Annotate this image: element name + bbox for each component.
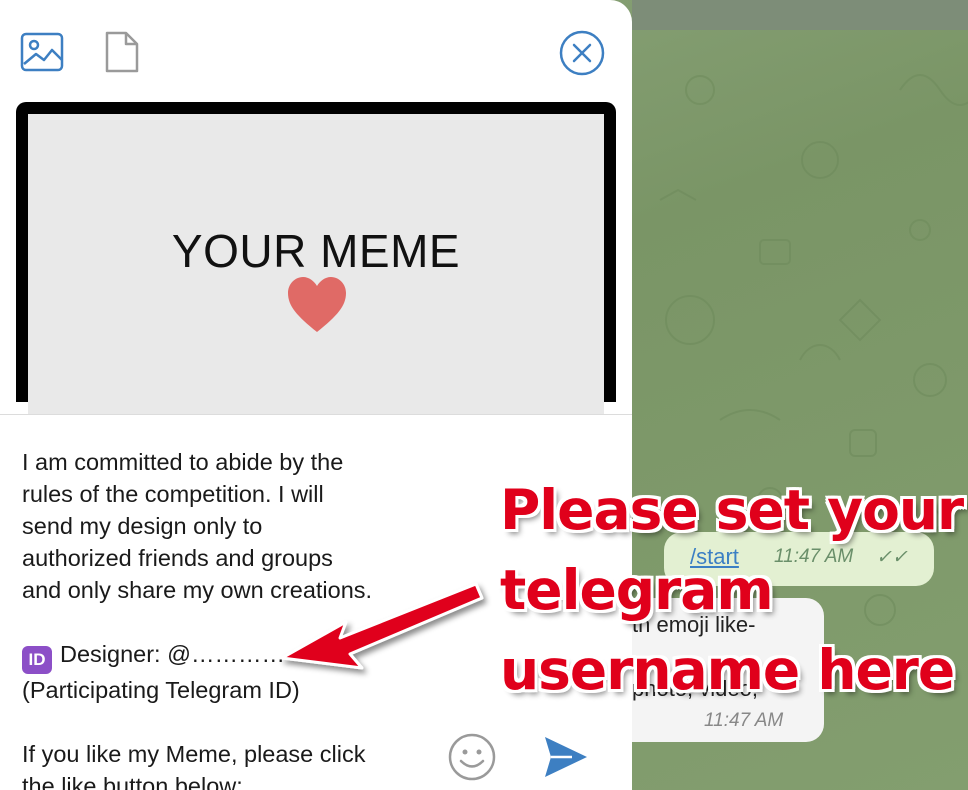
annotation-line: username here [500, 638, 955, 702]
annotation-line: Please set your [500, 478, 964, 542]
annotation-text: Please set your telegram username here [500, 470, 964, 710]
annotation-line: telegram [500, 558, 774, 622]
